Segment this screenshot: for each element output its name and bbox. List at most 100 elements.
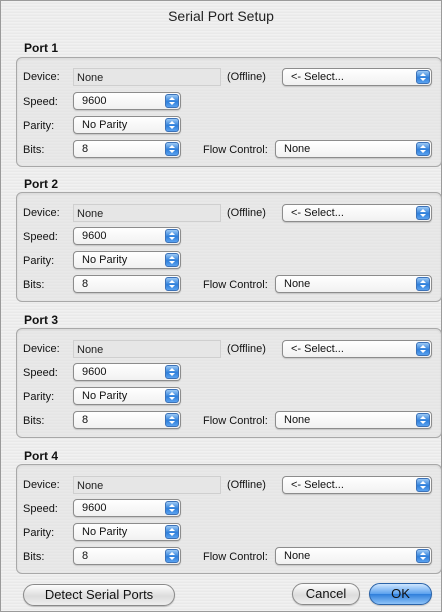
port-1-speed-select[interactable]: 9600 [73,92,181,110]
popup-arrows-icon [165,365,179,379]
port-2-status: (Offline) [227,207,266,219]
port-4-device-field: None [73,476,221,494]
port-3-flow-control-select[interactable]: None [275,411,432,429]
popup-value: None [284,143,311,155]
bits-label: Bits: [23,279,45,291]
port-2-flow-control-select[interactable]: None [275,275,432,293]
port-4-status: (Offline) [227,479,266,491]
popup-arrows-icon [165,549,179,563]
popup-value: <- Select... [291,207,344,219]
port-1-status: (Offline) [227,71,266,83]
parity-label: Parity: [23,391,55,403]
port-1-device-field: None [73,68,221,86]
port-3-device-select[interactable]: <- Select... [282,340,432,358]
port-3-parity-select[interactable]: No Parity [73,387,181,405]
port-3-group: Device: None (Offline) <- Select... Spee… [16,328,442,438]
popup-value: <- Select... [291,343,344,355]
bits-label: Bits: [23,144,45,156]
popup-arrows-icon [416,549,430,563]
popup-arrows-icon [416,70,430,84]
port-2-bits-select[interactable]: 8 [73,275,181,293]
popup-arrows-icon [165,525,179,539]
window-title: Serial Port Setup [168,8,274,24]
popup-arrows-icon [165,118,179,132]
flow-control-label: Flow Control: [203,551,268,563]
popup-value: 8 [82,278,89,290]
port-3-bits-select[interactable]: 8 [73,411,181,429]
popup-arrows-icon [165,94,179,108]
popup-value: None [284,550,311,562]
popup-arrows-icon [165,253,179,267]
device-label: Device: [23,343,60,355]
serial-port-setup-dialog: Serial Port Setup Port 1 Device: None (O… [0,0,442,612]
popup-arrows-icon [416,277,430,291]
port-1-device-select[interactable]: <- Select... [282,68,432,86]
port-4-bits-select[interactable]: 8 [73,547,181,565]
popup-value: None [284,414,311,426]
popup-value: <- Select... [291,71,344,83]
popup-value: 9600 [82,502,107,514]
port-2-device-select[interactable]: <- Select... [282,204,432,222]
port-3-device-field: None [73,340,221,358]
popup-value: No Parity [82,254,128,266]
flow-control-label: Flow Control: [203,415,268,427]
popup-value: 8 [82,143,89,155]
popup-arrows-icon [416,342,430,356]
ok-button[interactable]: OK [369,583,432,605]
speed-label: Speed: [23,367,58,379]
popup-value: No Parity [82,119,128,131]
popup-arrows-icon [416,413,430,427]
popup-value: 9600 [82,230,107,242]
popup-arrows-icon [416,206,430,220]
port-4-parity-select[interactable]: No Parity [73,523,181,541]
speed-label: Speed: [23,231,58,243]
popup-arrows-icon [165,229,179,243]
popup-arrows-icon [165,389,179,403]
device-label: Device: [23,479,60,491]
popup-value: 9600 [82,95,107,107]
port-1-group: Device: None (Offline) <- Select... Spee… [16,57,442,167]
parity-label: Parity: [23,527,55,539]
port-2-speed-select[interactable]: 9600 [73,227,181,245]
detect-serial-ports-button[interactable]: Detect Serial Ports [23,584,175,606]
port-2-title: Port 2 [24,177,59,191]
popup-value: 8 [82,414,89,426]
popup-arrows-icon [416,478,430,492]
popup-value: No Parity [82,526,128,538]
bits-label: Bits: [23,551,45,563]
port-4-group: Device: None (Offline) <- Select... Spee… [16,464,442,574]
port-4-device-select[interactable]: <- Select... [282,476,432,494]
port-3-speed-select[interactable]: 9600 [73,363,181,381]
popup-arrows-icon [165,277,179,291]
device-label: Device: [23,207,60,219]
port-1-flow-control-select[interactable]: None [275,140,432,158]
port-4-flow-control-select[interactable]: None [275,547,432,565]
port-1-parity-select[interactable]: No Parity [73,116,181,134]
parity-label: Parity: [23,120,55,132]
flow-control-label: Flow Control: [203,279,268,291]
device-label: Device: [23,71,60,83]
popup-arrows-icon [165,413,179,427]
popup-arrows-icon [165,501,179,515]
port-2-group: Device: None (Offline) <- Select... Spee… [16,192,442,302]
popup-arrows-icon [416,142,430,156]
port-4-title: Port 4 [24,449,59,463]
popup-value: <- Select... [291,479,344,491]
port-3-status: (Offline) [227,343,266,355]
popup-value: None [284,278,311,290]
bits-label: Bits: [23,415,45,427]
speed-label: Speed: [23,96,58,108]
popup-value: 9600 [82,366,107,378]
popup-arrows-icon [165,142,179,156]
flow-control-label: Flow Control: [203,144,268,156]
port-4-speed-select[interactable]: 9600 [73,499,181,517]
port-1-title: Port 1 [24,41,59,55]
popup-value: No Parity [82,390,128,402]
parity-label: Parity: [23,255,55,267]
port-2-device-field: None [73,204,221,222]
port-1-bits-select[interactable]: 8 [73,140,181,158]
speed-label: Speed: [23,503,58,515]
port-3-title: Port 3 [24,313,59,327]
port-2-parity-select[interactable]: No Parity [73,251,181,269]
cancel-button[interactable]: Cancel [292,583,360,605]
